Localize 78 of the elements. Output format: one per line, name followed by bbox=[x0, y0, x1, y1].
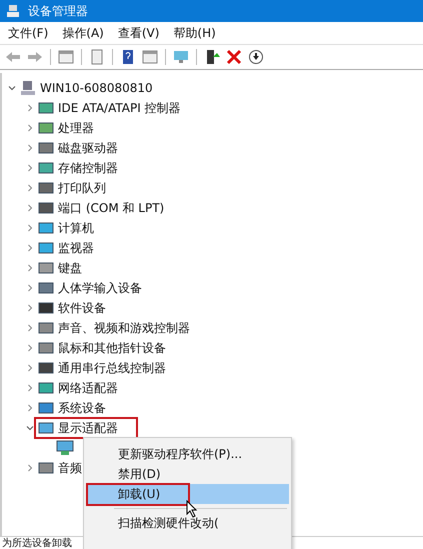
display-adapter-icon bbox=[56, 440, 74, 456]
computer-icon bbox=[20, 80, 36, 96]
properties-icon[interactable] bbox=[57, 49, 75, 65]
device-icon bbox=[38, 121, 54, 135]
download-icon[interactable] bbox=[247, 49, 265, 65]
tree-item[interactable]: 声音、视频和游戏控制器 bbox=[58, 320, 190, 336]
chevron-right-icon[interactable] bbox=[26, 384, 34, 392]
device-icon bbox=[38, 161, 54, 175]
chevron-down-icon[interactable] bbox=[8, 84, 16, 92]
tree-item[interactable]: 系统设备 bbox=[58, 400, 106, 416]
chevron-right-icon[interactable] bbox=[26, 304, 34, 312]
menu-item[interactable]: 帮助(H) bbox=[173, 24, 216, 42]
device-icon bbox=[38, 461, 54, 475]
device-icon bbox=[38, 241, 54, 255]
chevron-right-icon[interactable] bbox=[26, 224, 34, 232]
panel-icon[interactable] bbox=[141, 49, 159, 65]
context-menu-item[interactable]: 扫描检测硬件改动( bbox=[88, 514, 247, 532]
device-icon bbox=[38, 101, 54, 115]
app-icon bbox=[6, 4, 20, 18]
device-icon bbox=[38, 401, 54, 415]
device-icon bbox=[38, 341, 54, 355]
device-icon bbox=[38, 261, 54, 275]
device-icon bbox=[38, 321, 54, 335]
tree-item[interactable]: 显示适配器 bbox=[58, 420, 118, 436]
device-icon bbox=[38, 141, 54, 155]
tree-item[interactable]: 音频 bbox=[58, 460, 82, 476]
device-icon bbox=[38, 281, 54, 295]
tree-item[interactable]: 鼠标和其他指针设备 bbox=[58, 340, 166, 356]
device-icon bbox=[38, 361, 54, 375]
chevron-right-icon[interactable] bbox=[26, 264, 34, 272]
back-icon[interactable] bbox=[4, 49, 22, 65]
chevron-right-icon[interactable] bbox=[26, 124, 34, 132]
tree-item[interactable]: 人体学输入设备 bbox=[58, 280, 142, 296]
window-title: 设备管理器 bbox=[28, 2, 88, 20]
tree-item[interactable]: 打印队列 bbox=[58, 180, 106, 196]
tree-item[interactable]: 网络适配器 bbox=[58, 380, 118, 396]
device-icon bbox=[38, 421, 54, 435]
chevron-right-icon[interactable] bbox=[26, 404, 34, 412]
menu-item[interactable]: 查看(V) bbox=[118, 24, 160, 42]
chevron-right-icon[interactable] bbox=[26, 364, 34, 372]
tree-item[interactable]: 软件设备 bbox=[58, 300, 106, 316]
forward-icon[interactable] bbox=[26, 49, 44, 65]
chevron-right-icon[interactable] bbox=[26, 164, 34, 172]
tree-item[interactable]: 计算机 bbox=[58, 220, 94, 236]
tree-item[interactable]: WIN10-608080810 bbox=[40, 81, 153, 95]
chevron-right-icon[interactable] bbox=[26, 324, 34, 332]
monitor-icon[interactable] bbox=[172, 49, 190, 65]
chevron-right-icon[interactable] bbox=[26, 464, 34, 472]
device-icon bbox=[38, 201, 54, 215]
tree-item[interactable]: IDE ATA/ATAPI 控制器 bbox=[58, 100, 181, 116]
chevron-down-icon[interactable] bbox=[26, 424, 34, 432]
device-icon bbox=[38, 221, 54, 235]
tree-item[interactable]: 磁盘驱动器 bbox=[58, 140, 118, 156]
device-icon bbox=[38, 381, 54, 395]
tree-item[interactable]: 监视器 bbox=[58, 240, 94, 256]
menu-highlight[interactable]: 卸载(U) bbox=[86, 484, 289, 504]
tree-item[interactable]: 存储控制器 bbox=[58, 160, 118, 176]
tree-item[interactable]: 键盘 bbox=[58, 260, 82, 276]
tree-item[interactable]: 端口 (COM 和 LPT) bbox=[58, 200, 164, 216]
tree-item[interactable]: 处理器 bbox=[58, 120, 94, 136]
chevron-right-icon[interactable] bbox=[26, 184, 34, 192]
context-menu-item[interactable]: 卸载(U) bbox=[88, 484, 188, 504]
menu-item[interactable]: 文件(F) bbox=[8, 24, 48, 42]
chevron-right-icon[interactable] bbox=[26, 284, 34, 292]
status-text: 为所选设备卸载 bbox=[2, 536, 72, 549]
context-menu-item[interactable]: 更新驱动程序软件(P)... bbox=[88, 444, 270, 464]
chevron-right-icon[interactable] bbox=[26, 244, 34, 252]
menu-item[interactable]: 操作(A) bbox=[62, 24, 104, 42]
device-icon bbox=[38, 181, 54, 195]
tree-item[interactable]: 通用串行总线控制器 bbox=[58, 360, 166, 376]
context-menu-item[interactable]: 禁用(D) bbox=[88, 464, 189, 484]
chevron-right-icon[interactable] bbox=[26, 204, 34, 212]
chevron-right-icon[interactable] bbox=[26, 104, 34, 112]
chevron-right-icon[interactable] bbox=[26, 144, 34, 152]
device-icon bbox=[38, 301, 54, 315]
chevron-right-icon[interactable] bbox=[26, 344, 34, 352]
delete-icon[interactable] bbox=[225, 49, 243, 65]
cursor-icon bbox=[186, 500, 198, 518]
